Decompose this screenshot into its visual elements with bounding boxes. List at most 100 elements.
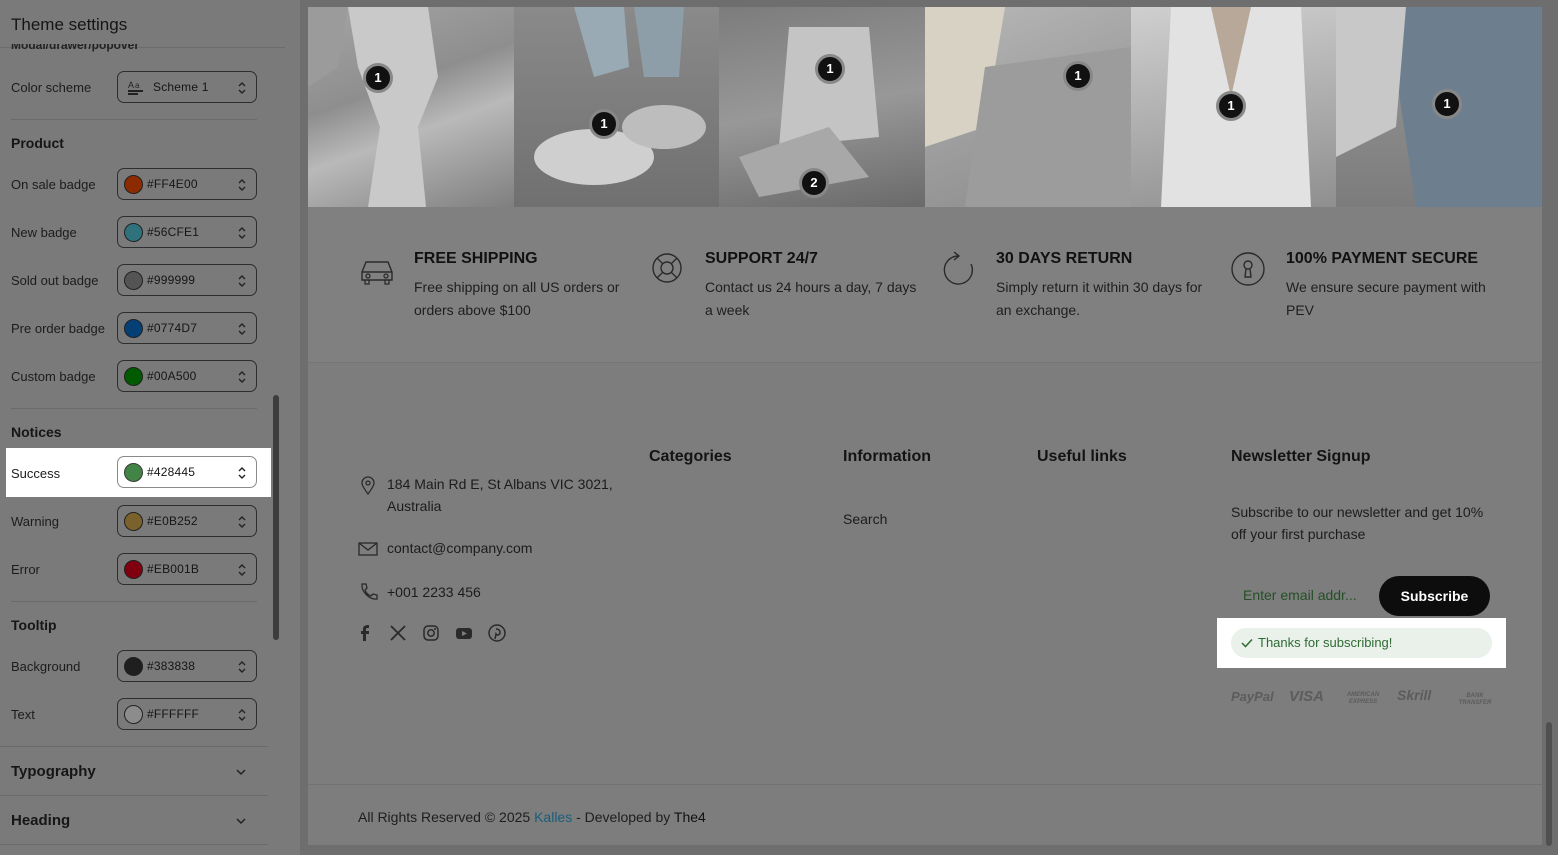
copyright-prefix: All Rights Reserved © 2025	[358, 809, 535, 825]
divider	[11, 601, 257, 602]
footer-phone[interactable]: +001 2233 456	[387, 584, 481, 600]
stepper-icon	[238, 323, 246, 335]
color-row-label: Error	[11, 562, 40, 577]
section-title-tooltip: Tooltip	[11, 617, 57, 633]
gallery-photo[interactable]	[308, 7, 514, 207]
subscribe-button[interactable]: Subscribe	[1379, 576, 1490, 616]
color-swatch[interactable]	[124, 560, 143, 579]
bank-transfer-icon: BANK TRANSFER	[1458, 693, 1492, 706]
color-hex-value[interactable]: #383838	[147, 659, 195, 673]
color-picker[interactable]: #E0B252	[117, 505, 257, 537]
chevron-down-icon[interactable]	[235, 817, 247, 825]
x-twitter-icon[interactable]	[389, 624, 407, 642]
color-scheme-select[interactable]: A a Scheme 1	[117, 71, 257, 103]
color-swatch[interactable]	[124, 657, 143, 676]
footer-email[interactable]: contact@company.com	[387, 540, 532, 556]
color-swatch[interactable]	[124, 223, 143, 242]
color-row-label: Background	[11, 659, 81, 674]
footer: 184 Main Rd E, St Albans VIC 3021, Austr…	[308, 364, 1542, 784]
lifebuoy-icon	[652, 253, 682, 283]
pinterest-icon[interactable]	[488, 624, 506, 642]
color-hex-value[interactable]: #56CFE1	[147, 225, 199, 239]
color-swatch[interactable]	[124, 512, 143, 531]
panel-header: Theme settings	[0, 0, 285, 48]
color-swatch[interactable]	[124, 319, 143, 338]
gallery-photo[interactable]	[925, 7, 1131, 207]
divider	[11, 408, 257, 409]
feature-text: We ensure secure payment with PEV	[1286, 279, 1486, 318]
visa-icon: VISA	[1289, 688, 1325, 705]
newsletter-email-input[interactable]	[1231, 576, 1379, 614]
color-picker[interactable]: #FF4E00	[117, 168, 257, 200]
color-picker[interactable]: #EB001B	[117, 553, 257, 585]
facebook-icon[interactable]	[356, 624, 374, 642]
photo-shape	[308, 7, 438, 207]
color-swatch[interactable]	[124, 367, 143, 386]
success-color-picker[interactable]: #428445	[117, 456, 257, 488]
svg-text:a: a	[135, 81, 140, 90]
color-swatch[interactable]	[124, 705, 143, 724]
skrill-icon: Skrill	[1397, 687, 1432, 703]
color-hex-value[interactable]: #EB001B	[147, 562, 199, 576]
copyright-mid: - Developed by	[572, 809, 674, 825]
phone-icon	[361, 583, 378, 600]
section-typography[interactable]: Typography	[11, 763, 96, 780]
hotspot[interactable]: 1	[815, 54, 845, 84]
section-title-product: Product	[11, 135, 64, 151]
stepper-icon	[238, 661, 246, 673]
location-pin-icon	[361, 476, 375, 495]
panel-scrollbar[interactable]	[273, 395, 279, 640]
panel-title: Theme settings	[11, 15, 128, 34]
car-icon	[361, 261, 393, 285]
color-swatch[interactable]	[124, 175, 143, 194]
hotspot[interactable]: 1	[1216, 91, 1246, 121]
feature-text: Free shipping on all US orders or orders…	[414, 279, 620, 318]
color-picker[interactable]: #0774D7	[117, 312, 257, 344]
stepper-icon	[238, 82, 246, 94]
color-hex-value[interactable]: #FF4E00	[147, 177, 198, 191]
scheme-icon: A a	[128, 80, 143, 95]
color-row-label: Custom badge	[11, 369, 96, 384]
color-scheme-label: Color scheme	[11, 80, 92, 95]
chevron-down-icon[interactable]	[235, 768, 247, 776]
color-picker[interactable]: #FFFFFF	[117, 698, 257, 730]
developer-link[interactable]: The4	[674, 809, 706, 825]
color-picker[interactable]: #00A500	[117, 360, 257, 392]
footer-link-search[interactable]: Search	[843, 511, 887, 527]
color-hex-value[interactable]: #00A500	[147, 369, 196, 383]
gallery-photo[interactable]	[514, 7, 719, 207]
color-hex-value[interactable]: #E0B252	[147, 514, 198, 528]
color-picker[interactable]: #56CFE1	[117, 216, 257, 248]
hotspot[interactable]: 2	[799, 168, 829, 198]
color-picker[interactable]: #383838	[117, 650, 257, 682]
color-picker[interactable]: #999999	[117, 264, 257, 296]
hotspot[interactable]: 1	[363, 63, 393, 93]
preview-scrollbar[interactable]	[1546, 722, 1552, 846]
color-swatch[interactable]	[124, 463, 143, 482]
footer-col-information: Information	[843, 448, 931, 465]
color-swatch[interactable]	[124, 271, 143, 290]
stepper-icon	[238, 564, 246, 576]
stepper-icon	[238, 227, 246, 239]
brand-link[interactable]: Kalles	[534, 809, 572, 825]
color-hex-value[interactable]: #0774D7	[147, 321, 197, 335]
feature-title: FREE SHIPPING	[414, 250, 538, 267]
instagram-icon[interactable]	[422, 624, 440, 642]
color-hex-value[interactable]: #999999	[147, 273, 195, 287]
photo-shape	[534, 7, 706, 185]
stepper-icon	[238, 467, 246, 479]
youtube-icon[interactable]	[455, 624, 473, 642]
photo-shape	[925, 7, 1131, 207]
success-label: Success	[11, 466, 61, 481]
check-icon	[1241, 638, 1253, 648]
feature-title: 30 DAYS RETURN	[996, 250, 1133, 267]
mail-icon	[358, 542, 378, 556]
hotspot[interactable]: 1	[589, 109, 619, 139]
color-hex-value[interactable]: #FFFFFF	[147, 707, 199, 721]
hotspot[interactable]: 1	[1432, 89, 1462, 119]
section-heading[interactable]: Heading	[11, 812, 70, 829]
hotspot[interactable]: 1	[1063, 61, 1093, 91]
features-bar: FREE SHIPPING Free shipping on all US or…	[308, 207, 1542, 363]
success-hex-value[interactable]: #428445	[147, 465, 195, 479]
stepper-icon	[238, 371, 246, 383]
